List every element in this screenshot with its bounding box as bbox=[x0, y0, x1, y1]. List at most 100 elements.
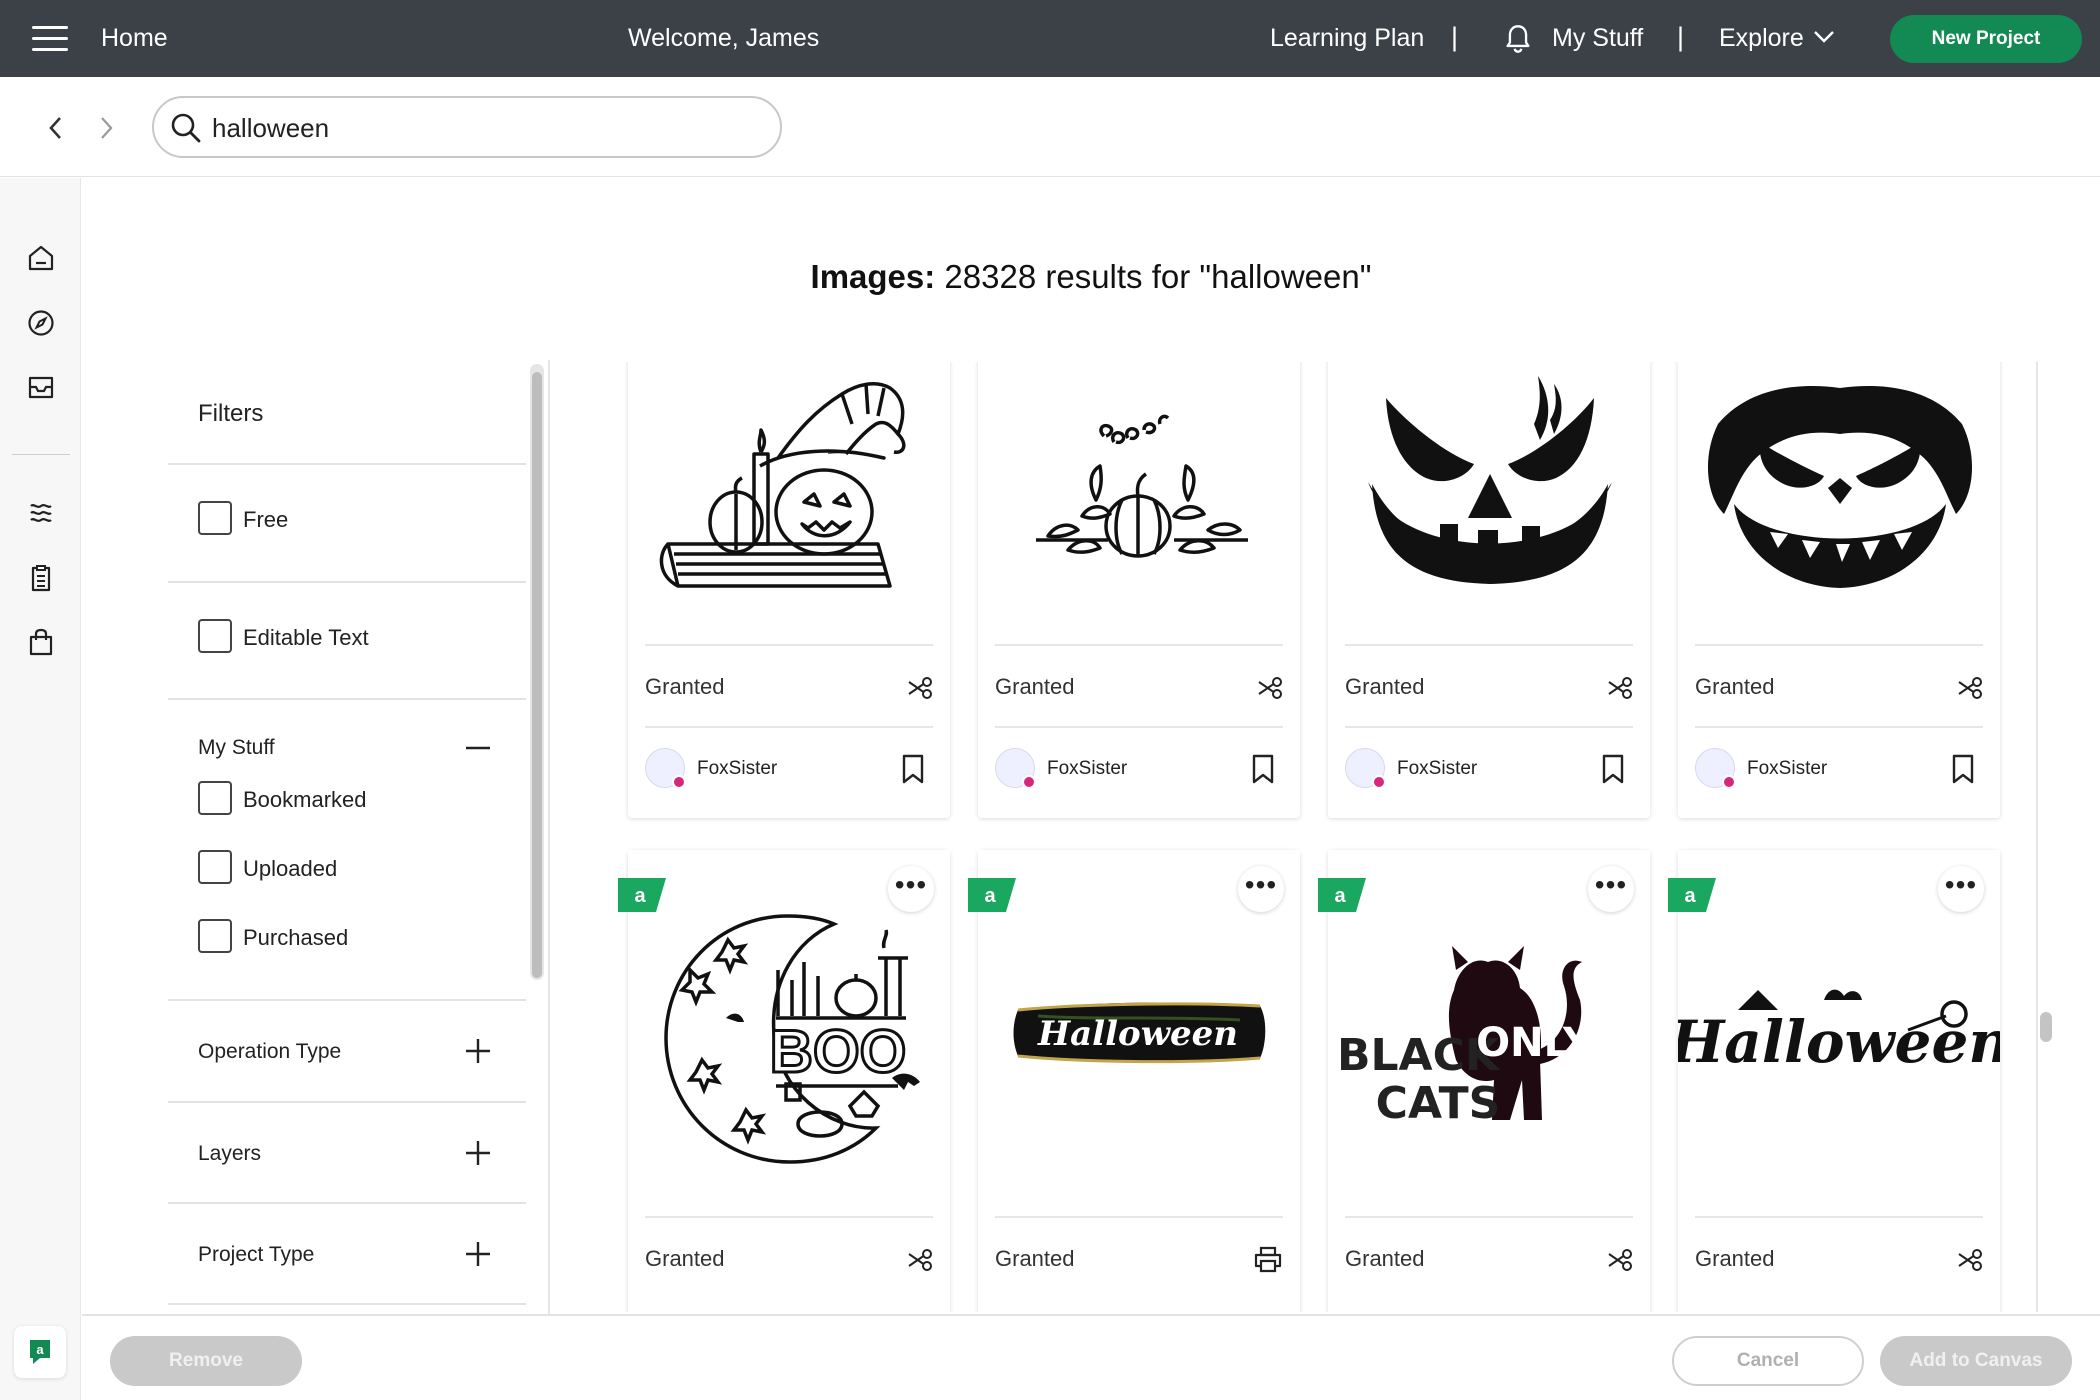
add-to-canvas-button[interactable]: Add to Canvas bbox=[1880, 1336, 2072, 1386]
compass-icon[interactable] bbox=[26, 308, 56, 338]
more-options-button[interactable]: ••• bbox=[1238, 866, 1284, 912]
chevron-down-icon[interactable] bbox=[1813, 30, 1835, 44]
image-card[interactable]: Granted FoxSister bbox=[1328, 362, 1650, 818]
bookmark-icon[interactable] bbox=[901, 754, 925, 784]
divider bbox=[168, 1101, 526, 1103]
bookmarked-checkbox[interactable] bbox=[198, 781, 232, 815]
art-text: Halloween bbox=[1678, 1008, 2000, 1076]
access-badge-icon: a bbox=[1318, 878, 1366, 912]
cancel-button[interactable]: Cancel bbox=[1672, 1336, 1864, 1386]
filters-panel: Filters Free Editable Text My Stuff Book… bbox=[168, 360, 526, 1314]
cut-icon[interactable] bbox=[1607, 1248, 1633, 1272]
remove-button[interactable]: Remove bbox=[110, 1336, 302, 1386]
svg-text:a: a bbox=[634, 885, 646, 907]
cut-icon[interactable] bbox=[907, 1248, 933, 1272]
owner-name[interactable]: FoxSister bbox=[1747, 758, 1827, 780]
cut-icon[interactable] bbox=[1607, 676, 1633, 700]
owner-name[interactable]: FoxSister bbox=[1397, 758, 1477, 780]
forward-arrow-icon[interactable] bbox=[96, 115, 116, 141]
bookmark-icon[interactable] bbox=[1251, 754, 1275, 784]
minus-icon[interactable] bbox=[464, 734, 492, 762]
image-card[interactable]: Granted FoxSister bbox=[1678, 362, 2000, 818]
card-meta: Granted bbox=[1695, 644, 1983, 724]
bookmark-icon[interactable] bbox=[1601, 754, 1625, 784]
project-type-section[interactable]: Project Type bbox=[198, 1243, 314, 1267]
layers-section[interactable]: Layers bbox=[198, 1142, 261, 1166]
image-card[interactable]: BLACK CATS ONLY a ••• Granted bbox=[1318, 850, 1650, 1312]
card-owner: FoxSister bbox=[1345, 726, 1633, 806]
waves-icon[interactable] bbox=[26, 498, 56, 528]
divider bbox=[168, 1303, 526, 1305]
image-card[interactable]: Granted FoxSister bbox=[978, 362, 1300, 818]
card-image[interactable] bbox=[628, 362, 950, 644]
divider bbox=[2036, 362, 2038, 1312]
cut-icon[interactable] bbox=[1257, 676, 1283, 700]
search-box[interactable] bbox=[152, 96, 782, 158]
card-meta: Granted bbox=[995, 644, 1283, 724]
editable-text-checkbox[interactable] bbox=[198, 619, 232, 653]
svg-text:a: a bbox=[1334, 885, 1346, 907]
bookmarked-label: Bookmarked bbox=[243, 787, 367, 812]
plus-icon[interactable] bbox=[464, 1240, 492, 1268]
image-card[interactable]: Halloween a ••• Granted bbox=[1668, 850, 2000, 1312]
owner-name[interactable]: FoxSister bbox=[1047, 758, 1127, 780]
cut-icon[interactable] bbox=[1957, 1248, 1983, 1272]
home-link[interactable]: Home bbox=[101, 24, 168, 53]
more-options-button[interactable]: ••• bbox=[1938, 866, 1984, 912]
operation-type-section[interactable]: Operation Type bbox=[198, 1040, 341, 1064]
owner-name[interactable]: FoxSister bbox=[697, 758, 777, 780]
printer-icon[interactable] bbox=[1253, 1244, 1283, 1274]
welcome-text: Welcome, James bbox=[628, 24, 820, 52]
search-row bbox=[0, 77, 2100, 177]
card-meta: Granted bbox=[1345, 1216, 1633, 1296]
image-card[interactable]: BOO a ••• Granted bbox=[618, 850, 950, 1312]
image-card[interactable]: Granted FoxSister bbox=[628, 362, 950, 818]
bell-icon[interactable] bbox=[1504, 24, 1532, 54]
card-image[interactable] bbox=[978, 362, 1300, 644]
divider: | bbox=[1451, 22, 1459, 52]
granted-label: Granted bbox=[645, 674, 725, 699]
filters-title: Filters bbox=[198, 400, 264, 427]
chat-button[interactable]: a bbox=[14, 1326, 66, 1378]
free-checkbox[interactable] bbox=[198, 501, 232, 535]
new-project-button[interactable]: New Project bbox=[1890, 15, 2082, 63]
inbox-icon[interactable] bbox=[26, 372, 56, 402]
search-input[interactable] bbox=[212, 108, 752, 148]
rail-divider bbox=[12, 454, 70, 455]
explore-menu[interactable]: Explore bbox=[1719, 24, 1804, 53]
top-bar: Home Welcome, James Learning Plan | My S… bbox=[0, 0, 2100, 77]
uploaded-checkbox[interactable] bbox=[198, 850, 232, 884]
granted-label: Granted bbox=[995, 674, 1075, 699]
card-meta: Granted bbox=[645, 644, 933, 724]
access-badge-icon: a bbox=[618, 878, 666, 912]
my-stuff-link[interactable]: My Stuff bbox=[1552, 24, 1643, 53]
divider: | bbox=[1677, 22, 1685, 52]
image-card[interactable]: Halloween a ••• Granted bbox=[968, 850, 1300, 1312]
svg-text:a: a bbox=[36, 1342, 44, 1357]
avatar bbox=[1695, 748, 1736, 789]
divider bbox=[168, 1202, 526, 1204]
home-icon[interactable] bbox=[26, 243, 56, 273]
plus-icon[interactable] bbox=[464, 1037, 492, 1065]
more-options-button[interactable]: ••• bbox=[1588, 866, 1634, 912]
filters-scrollbar[interactable] bbox=[530, 364, 544, 980]
shopping-bag-icon[interactable] bbox=[26, 627, 56, 657]
scrollbar-thumb[interactable] bbox=[532, 372, 542, 978]
more-options-button[interactable]: ••• bbox=[888, 866, 934, 912]
results-title: Images: 28328 results for "halloween" bbox=[82, 258, 2100, 296]
card-image[interactable] bbox=[1678, 362, 2000, 644]
menu-icon[interactable] bbox=[32, 26, 68, 52]
cut-icon[interactable] bbox=[907, 676, 933, 700]
access-badge-icon: a bbox=[1668, 878, 1716, 912]
results-scrollbar-thumb[interactable] bbox=[2040, 1012, 2052, 1042]
bookmark-icon[interactable] bbox=[1951, 754, 1975, 784]
my-stuff-section-title[interactable]: My Stuff bbox=[198, 736, 275, 760]
card-image[interactable] bbox=[1328, 362, 1650, 644]
plus-icon[interactable] bbox=[464, 1139, 492, 1167]
granted-label: Granted bbox=[1695, 674, 1775, 699]
learning-plan-link[interactable]: Learning Plan bbox=[1270, 24, 1424, 53]
back-arrow-icon[interactable] bbox=[46, 115, 66, 141]
cut-icon[interactable] bbox=[1957, 676, 1983, 700]
purchased-checkbox[interactable] bbox=[198, 919, 232, 953]
clipboard-icon[interactable] bbox=[26, 563, 56, 593]
